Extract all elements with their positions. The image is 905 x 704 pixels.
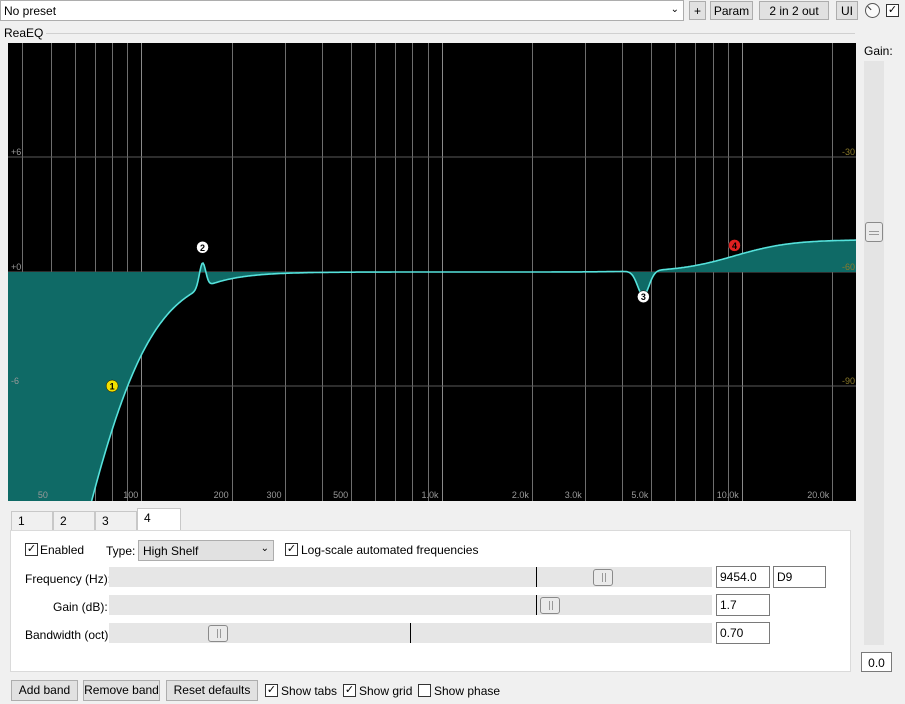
frequency-note-field[interactable]: D9 <box>773 566 826 588</box>
band-gain-slider-thumb[interactable] <box>540 597 561 614</box>
svg-text:1: 1 <box>110 382 115 392</box>
tab-band-3[interactable]: 3 <box>95 511 137 531</box>
freq-tick-label: 500 <box>333 490 348 500</box>
band-marker-1[interactable]: 1 <box>105 379 119 393</box>
freq-tick-label: 100 <box>123 490 138 500</box>
remove-band-button[interactable]: Remove band <box>83 680 160 701</box>
chevron-down-icon: ⌄ <box>670 4 679 15</box>
band-marker-2[interactable]: 2 <box>196 241 209 254</box>
db-label-minus6: -6 <box>11 376 19 386</box>
wet-knob-icon[interactable] <box>865 3 880 18</box>
bandwidth-value-field[interactable]: 0.70 <box>716 622 770 644</box>
svg-text:2: 2 <box>200 243 205 253</box>
show-grid-label: Show grid <box>359 684 413 698</box>
type-dropdown[interactable]: High Shelf ⌄ <box>138 540 274 561</box>
band-gain-label: Gain (dB): <box>53 600 108 614</box>
logscale-checkbox[interactable]: ✓ <box>285 543 298 556</box>
type-value: High Shelf <box>143 544 199 558</box>
band-gain-value-field[interactable]: 1.7 <box>716 594 770 616</box>
svg-text:3: 3 <box>641 292 646 302</box>
enabled-checkbox[interactable]: ✓ <box>25 543 38 556</box>
freq-tick-label: 3.0k <box>565 490 583 500</box>
right-label-2: -60 <box>842 262 855 272</box>
gain-slider-track[interactable] <box>864 61 884 645</box>
frequency-slider-thumb[interactable] <box>592 569 613 586</box>
band-marker-4[interactable]: 4 <box>728 239 741 252</box>
ui-button[interactable]: UI <box>836 1 858 20</box>
plugin-name: ReaEQ <box>4 26 44 40</box>
show-grid-checkbox[interactable]: ✓ <box>343 684 356 697</box>
gain-value-field[interactable]: 0.0 <box>861 652 892 672</box>
tab-band-4[interactable]: 4 <box>137 508 181 531</box>
preset-value: No preset <box>4 4 57 18</box>
logscale-label: Log-scale automated frequencies <box>301 543 479 557</box>
band-marker-3[interactable]: 3 <box>637 290 650 303</box>
band-gain-slider-track[interactable] <box>109 595 712 615</box>
gain-slider-thumb[interactable] <box>865 222 883 242</box>
freq-tick-label: 10.0k <box>717 490 740 500</box>
preset-dropdown[interactable]: No preset ⌄ <box>0 0 684 21</box>
freq-tick-label: 300 <box>266 490 281 500</box>
enabled-label: Enabled <box>40 543 85 557</box>
band-gain-center-tick <box>536 595 537 615</box>
param-button[interactable]: Param <box>710 1 753 20</box>
freq-tick-label: 50 <box>38 490 48 500</box>
bandwidth-center-tick <box>410 623 411 643</box>
freq-tick-label: 20.0k <box>807 490 830 500</box>
io-routing-button[interactable]: 2 in 2 out <box>759 1 829 20</box>
show-tabs-label: Show tabs <box>281 684 338 698</box>
freq-tick-label: 5.0k <box>631 490 649 500</box>
chevron-down-icon: ⌄ <box>260 543 269 554</box>
bandwidth-label: Bandwidth (oct): <box>25 628 112 642</box>
add-band-button[interactable]: Add band <box>11 680 78 701</box>
tab-band-1[interactable]: 1 <box>11 511 53 531</box>
eq-graph[interactable]: +6 +0 -6 -30 -60 -90 50 100 200 300 500 1.0k 2… <box>8 43 856 501</box>
bypass-checkbox[interactable]: ✓ <box>886 4 899 17</box>
divider <box>46 33 855 34</box>
tab-band-2[interactable]: 2 <box>53 511 95 531</box>
frequency-value-field[interactable]: 9454.0 <box>716 566 770 588</box>
add-preset-button[interactable]: + <box>689 1 706 20</box>
gain-label: Gain: <box>864 44 893 58</box>
right-label-3: -90 <box>842 376 855 386</box>
frequency-center-tick <box>536 567 537 587</box>
db-label-plus6: +6 <box>11 147 21 157</box>
show-phase-checkbox[interactable] <box>418 684 431 697</box>
bandwidth-slider-thumb[interactable] <box>208 625 229 642</box>
frequency-label: Frequency (Hz): <box>25 572 112 586</box>
freq-tick-label: 2.0k <box>512 490 530 500</box>
freq-tick-label: 1.0k <box>422 490 440 500</box>
right-label-1: -30 <box>842 147 855 157</box>
reset-defaults-button[interactable]: Reset defaults <box>166 680 258 701</box>
db-label-zero: +0 <box>11 262 21 272</box>
freq-tick-label: 200 <box>214 490 229 500</box>
show-tabs-checkbox[interactable]: ✓ <box>265 684 278 697</box>
frequency-slider-track[interactable] <box>109 567 712 587</box>
show-phase-label: Show phase <box>434 684 501 698</box>
svg-text:4: 4 <box>732 241 737 251</box>
type-label: Type: <box>106 544 136 558</box>
